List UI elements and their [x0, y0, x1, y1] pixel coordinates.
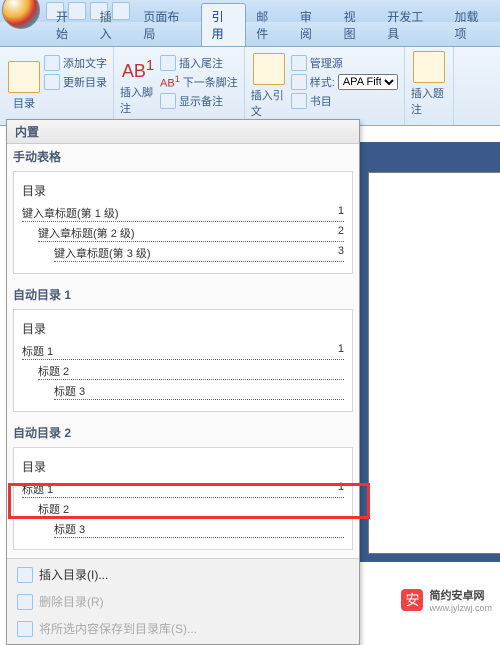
- tab-developer[interactable]: 开发工具: [377, 4, 444, 46]
- insert-caption-label: 插入题注: [411, 85, 447, 117]
- bibliography-icon: [291, 93, 307, 109]
- insert-toc-label: 插入目录(I)...: [39, 566, 108, 583]
- add-text-icon: [44, 55, 60, 71]
- auto1-preview[interactable]: 目录 标题 11 标题 2 标题 3: [13, 309, 353, 412]
- insert-citation-label: 插入引文: [251, 87, 287, 119]
- insert-footnote-label: 插入脚注: [120, 84, 156, 116]
- insert-endnote-button[interactable]: 插入尾注: [160, 55, 238, 71]
- group-toc: 目录 添加文字 更新目录: [0, 47, 114, 125]
- add-text-label: 添加文字: [63, 55, 107, 71]
- auto1-title: 自动目录 1: [7, 282, 359, 307]
- remove-toc-label: 删除目录(R): [39, 593, 104, 610]
- remove-toc-icon: [17, 594, 33, 610]
- insert-footnote-button[interactable]: AB1 插入脚注: [120, 51, 156, 121]
- tab-view[interactable]: 视图: [334, 4, 378, 46]
- tab-review[interactable]: 审阅: [290, 4, 334, 46]
- next-footnote-label: 下一条脚注: [183, 74, 238, 90]
- remove-toc-command[interactable]: 删除目录(R): [7, 588, 359, 615]
- tab-home[interactable]: 开始: [46, 4, 90, 46]
- add-text-button[interactable]: 添加文字: [44, 55, 107, 71]
- show-notes-label: 显示备注: [179, 93, 223, 109]
- auto2-title: 自动目录 2: [7, 420, 359, 445]
- bibliography-label: 书目: [310, 93, 332, 109]
- toc-line: 标题 11: [22, 343, 344, 360]
- toc-line: 标题 2: [38, 363, 344, 380]
- toc-icon: [8, 61, 40, 93]
- ab-icon: AB1: [122, 57, 154, 82]
- manage-sources-label: 管理源: [310, 55, 343, 71]
- toc-button[interactable]: 目录: [6, 51, 42, 121]
- watermark-url: www.jylzwj.com: [429, 603, 492, 613]
- tab-page-layout[interactable]: 页面布局: [133, 4, 200, 46]
- group-footnotes: AB1 插入脚注 插入尾注 AB1下一条脚注 显示备注: [114, 47, 245, 125]
- show-notes-button[interactable]: 显示备注: [160, 93, 238, 109]
- toc-line: 标题 3: [54, 383, 344, 400]
- style-selector[interactable]: 样式: APA Fifth: [291, 74, 398, 90]
- style-select[interactable]: APA Fifth: [338, 74, 398, 90]
- save-toc-icon: [17, 621, 33, 637]
- tab-addins[interactable]: 加载项: [445, 4, 500, 46]
- toc-line: 键入章标题(第 2 级)2: [38, 225, 344, 242]
- tab-insert[interactable]: 插入: [90, 4, 134, 46]
- tab-references[interactable]: 引用: [201, 3, 247, 46]
- save-toc-command[interactable]: 将所选内容保存到目录库(S)...: [7, 615, 359, 642]
- insert-endnote-label: 插入尾注: [179, 55, 223, 71]
- manual-title: 手动表格: [7, 144, 359, 169]
- style-icon: [291, 74, 307, 90]
- show-notes-icon: [160, 93, 176, 109]
- toc-line: 标题 2: [38, 501, 344, 518]
- watermark: 安 简约安卓网 www.jylzwj.com: [401, 587, 492, 613]
- gallery-footer: 插入目录(I)... 删除目录(R) 将所选内容保存到目录库(S)...: [7, 558, 359, 644]
- auto2-heading: 目录: [22, 458, 344, 475]
- auto1-heading: 目录: [22, 320, 344, 337]
- group-citations: 插入引文 管理源 样式: APA Fifth 书目: [245, 47, 405, 125]
- next-footnote-button[interactable]: AB1下一条脚注: [160, 74, 238, 90]
- insert-toc-icon: [17, 567, 33, 583]
- group-captions: 插入题注: [405, 47, 454, 125]
- insert-toc-command[interactable]: 插入目录(I)...: [7, 561, 359, 588]
- endnote-icon: [160, 55, 176, 71]
- document-area[interactable]: [360, 142, 500, 562]
- manual-preview[interactable]: 目录 键入章标题(第 1 级)1 键入章标题(第 2 级)2 键入章标题(第 3…: [13, 171, 353, 274]
- toc-label: 目录: [13, 95, 35, 111]
- ribbon: 目录 添加文字 更新目录 AB1 插入脚注 插入尾注 AB1下一条脚注 显示备注…: [0, 47, 500, 126]
- manual-heading: 目录: [22, 182, 344, 199]
- toc-line: 标题 11: [22, 481, 344, 498]
- bibliography-button[interactable]: 书目: [291, 93, 398, 109]
- ribbon-tabs: 开始 插入 页面布局 引用 邮件 审阅 视图 开发工具 加载项: [0, 22, 500, 47]
- update-toc-label: 更新目录: [63, 74, 107, 90]
- update-toc-icon: [44, 74, 60, 90]
- toc-line: 键入章标题(第 3 级)3: [54, 245, 344, 262]
- tab-mailings[interactable]: 邮件: [246, 4, 290, 46]
- watermark-text: 简约安卓网: [429, 587, 492, 603]
- insert-citation-button[interactable]: 插入引文: [251, 51, 287, 121]
- caption-icon: [413, 51, 445, 83]
- toc-line: 键入章标题(第 1 级)1: [22, 205, 344, 222]
- save-toc-label: 将所选内容保存到目录库(S)...: [39, 620, 197, 637]
- update-toc-button[interactable]: 更新目录: [44, 74, 107, 90]
- manage-sources-icon: [291, 55, 307, 71]
- citation-icon: [253, 53, 285, 85]
- manage-sources-button[interactable]: 管理源: [291, 55, 398, 71]
- toc-gallery-dropdown: 内置 手动表格 目录 键入章标题(第 1 级)1 键入章标题(第 2 级)2 键…: [6, 119, 360, 645]
- style-label: 样式:: [310, 74, 335, 90]
- watermark-badge-icon: 安: [401, 589, 423, 611]
- gallery-header: 内置: [7, 120, 359, 144]
- toc-line: 标题 3: [54, 521, 344, 538]
- insert-caption-button[interactable]: 插入题注: [411, 51, 447, 117]
- auto2-preview[interactable]: 目录 标题 11 标题 2 标题 3: [13, 447, 353, 550]
